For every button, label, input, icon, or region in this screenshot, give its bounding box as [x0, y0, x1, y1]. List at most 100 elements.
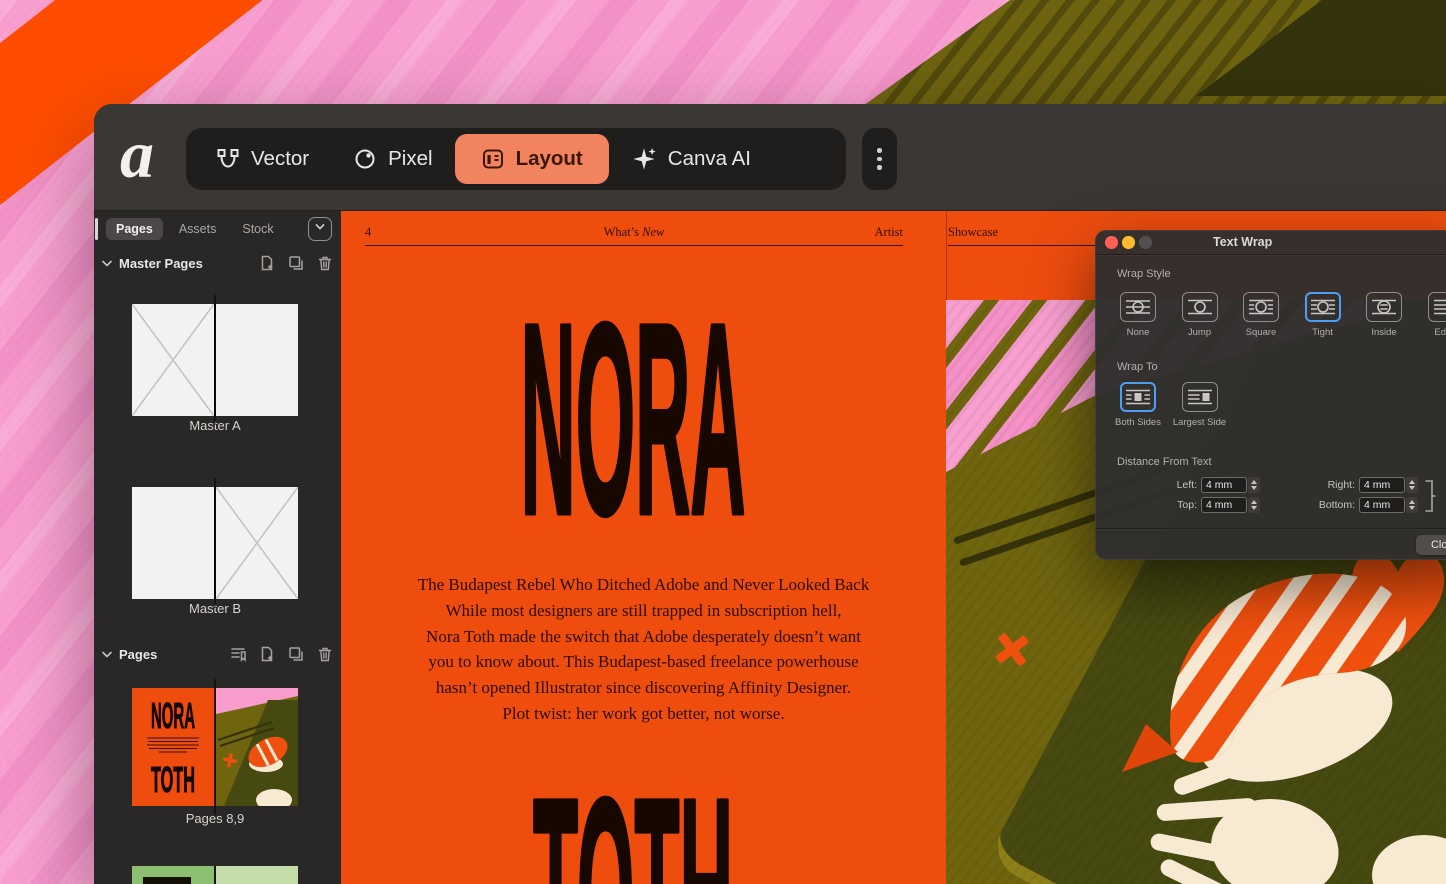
thumb-sushi-illustration: [216, 688, 298, 806]
left-stepper[interactable]: [1248, 477, 1260, 493]
dialog-footer-separator: [1095, 528, 1446, 529]
wrist-shape: [1372, 835, 1446, 884]
tab-vector-label: Vector: [251, 147, 309, 171]
wrap-style-tight[interactable]: Tight: [1294, 292, 1351, 338]
panel-tabs: Pages Assets Stock: [106, 217, 284, 241]
pages-title: Pages: [119, 647, 157, 662]
svg-text:NORA: NORA: [521, 267, 746, 571]
panel-tab-stock[interactable]: Stock: [232, 218, 283, 240]
bottom-field-label: Bottom:: [1295, 497, 1355, 513]
master-section-actions: [259, 255, 333, 271]
add-section-icon[interactable]: [230, 646, 246, 662]
screen: a Vector: [0, 0, 1446, 884]
right-distance-input[interactable]: [1359, 477, 1405, 493]
panel-tab-assets[interactable]: Assets: [169, 218, 227, 240]
master-b-right-page: [216, 487, 298, 599]
affinity-logo: a: [120, 112, 154, 196]
chevron-down-icon[interactable]: [102, 650, 112, 659]
wrap-style-inside[interactable]: Inside: [1356, 292, 1413, 338]
panel-tab-pages[interactable]: Pages: [106, 218, 163, 240]
master-a-left-page: [132, 304, 214, 416]
page1-header-rule: [365, 245, 903, 246]
duplicate-icon[interactable]: [288, 646, 304, 662]
master-pages-section-header: Master Pages: [102, 252, 333, 274]
top-toolbar: a Vector: [94, 104, 1446, 211]
dialog-separator: [1095, 254, 1446, 255]
wrap-edge-icon: [1434, 298, 1446, 316]
wrap-square-icon: [1249, 298, 1273, 316]
thumb-headline-top: NORA: [151, 695, 195, 736]
pages-8-9-thumbnail[interactable]: NORA TOTH: [132, 688, 298, 806]
pages-section-header: Pages: [102, 643, 333, 665]
next-thumb-left-page: [132, 866, 214, 884]
page2-left-heading: Showcase: [948, 225, 998, 239]
duplicate-icon[interactable]: [288, 255, 304, 271]
shrimp-tail-shape: [1122, 724, 1178, 772]
wrap-style-edge[interactable]: Edge: [1417, 292, 1446, 338]
page-gutter: [946, 211, 947, 301]
left-distance-input[interactable]: [1201, 477, 1247, 493]
wrap-to-label: Wrap To: [1117, 361, 1158, 373]
close-traffic-light[interactable]: [1105, 236, 1118, 249]
wrap-none-icon: [1126, 298, 1150, 316]
page1-center-heading: What’s New: [365, 225, 903, 239]
wrap-tight-icon: [1311, 298, 1335, 316]
right-field-label: Right:: [1295, 477, 1355, 493]
close-button[interactable]: Close: [1416, 535, 1446, 555]
pixel-icon: [353, 147, 377, 171]
master-a-right-page: [216, 304, 298, 416]
mode-tabbar: Vector Pixel: [186, 128, 846, 190]
wrap-jump-icon: [1188, 298, 1212, 316]
top-distance-input[interactable]: [1201, 497, 1247, 513]
tab-canva-ai[interactable]: Canva AI: [609, 128, 773, 190]
master-a-thumbnail[interactable]: [132, 304, 298, 416]
wrap-style-jump[interactable]: Jump: [1171, 292, 1228, 338]
new-page-icon[interactable]: [259, 255, 275, 271]
dialog-titlebar: Text Wrap: [1095, 230, 1446, 254]
largest-side-icon: [1188, 388, 1212, 406]
wrap-to-both-sides[interactable]: Both Sides: [1110, 382, 1167, 428]
minimize-traffic-light[interactable]: [1122, 236, 1135, 249]
master-b-left-page: [132, 487, 214, 599]
vector-icon: [216, 147, 240, 171]
both-sides-icon: [1126, 388, 1150, 406]
master-b-thumbnail[interactable]: [132, 487, 298, 599]
headline-toth[interactable]: TOTH: [341, 788, 946, 884]
tab-pixel[interactable]: Pixel: [331, 128, 454, 190]
thumb-headline-bottom: TOTH: [151, 759, 195, 800]
tab-canva-ai-label: Canva AI: [668, 147, 751, 171]
tab-layout-label: Layout: [516, 147, 583, 171]
text-wrap-dialog: Text Wrap Wrap Style None Jump: [1095, 230, 1446, 560]
master-pages-title: Master Pages: [119, 256, 203, 271]
more-menu-button[interactable]: [862, 128, 897, 190]
chevron-down-icon[interactable]: [102, 259, 112, 268]
tab-pixel-label: Pixel: [388, 147, 432, 171]
wrap-to-largest-side[interactable]: Largest Side: [1171, 382, 1228, 428]
next-pages-thumbnail[interactable]: [132, 866, 298, 884]
tab-vector[interactable]: Vector: [194, 128, 331, 190]
thumb-text-placeholder: [143, 877, 191, 884]
layout-icon: [481, 147, 505, 171]
wrap-style-options: None Jump Square: [1110, 292, 1446, 338]
svg-text:TOTH: TOTH: [533, 742, 733, 884]
wrap-style-none[interactable]: None: [1110, 292, 1167, 338]
tab-layout[interactable]: Layout: [455, 134, 609, 184]
new-page-icon[interactable]: [259, 646, 275, 662]
trash-icon[interactable]: [317, 255, 333, 271]
panel-collapse-button[interactable]: [308, 217, 332, 241]
headline-nora[interactable]: NORA: [341, 313, 946, 523]
panel-drag-handle[interactable]: [95, 218, 98, 240]
bottom-distance-input[interactable]: [1359, 497, 1405, 513]
top-field-label: Top:: [1137, 497, 1197, 513]
page1-header[interactable]: 4 What’s New Artist: [365, 225, 903, 241]
top-stepper[interactable]: [1248, 497, 1260, 513]
wrap-inside-icon: [1372, 298, 1396, 316]
bottom-stepper[interactable]: [1406, 497, 1418, 513]
body-paragraph[interactable]: The Budapest Rebel Who Ditched Adobe and…: [351, 572, 936, 727]
wrap-to-options: Both Sides Largest Side: [1110, 382, 1229, 428]
wrap-style-square[interactable]: Square: [1233, 292, 1290, 338]
trash-icon[interactable]: [317, 646, 333, 662]
link-values-icon[interactable]: [1422, 478, 1436, 519]
distance-from-text-label: Distance From Text: [1117, 456, 1212, 468]
right-stepper[interactable]: [1406, 477, 1418, 493]
